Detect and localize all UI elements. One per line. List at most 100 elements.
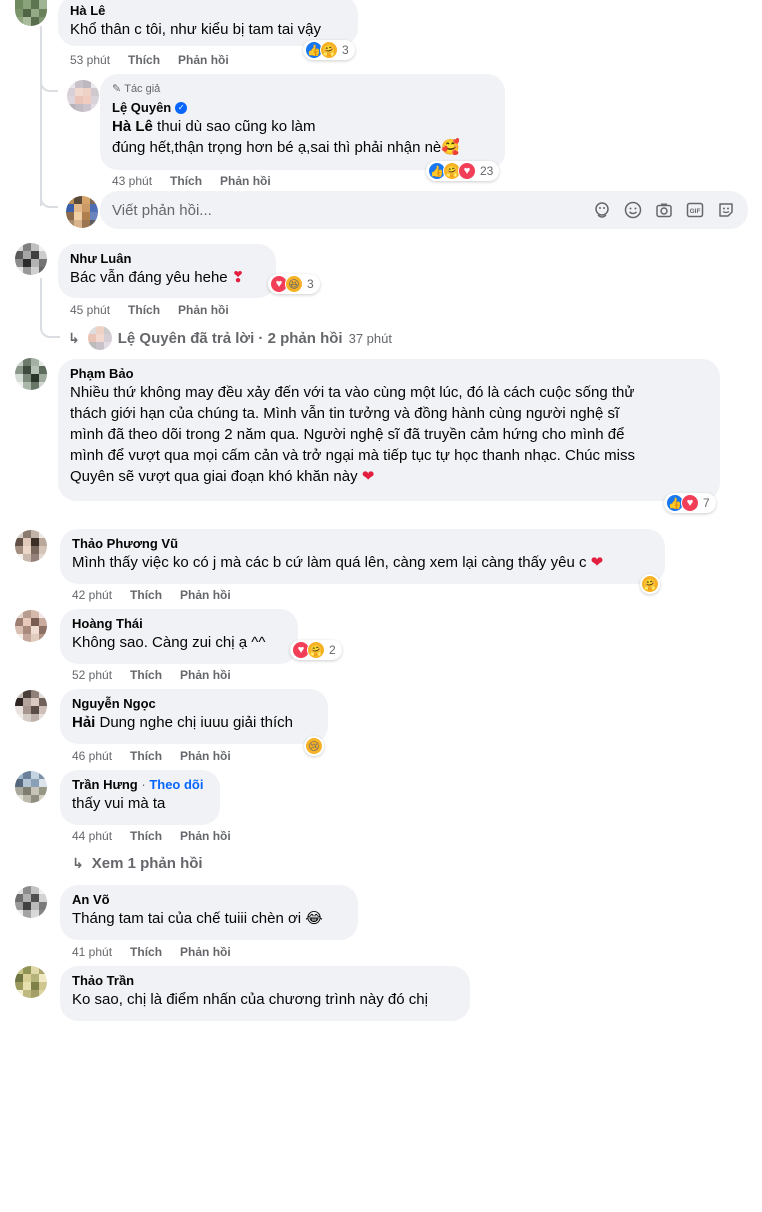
thread-line [40,278,42,328]
comment-bubble: Thảo Trần Ko sao, chị là điểm nhấn của c… [60,966,470,1021]
comment-text: Mình thấy việc ko có j mà các b cứ làm q… [72,554,604,571]
comment-time[interactable]: 52 phút [72,668,112,682]
emoji-icon[interactable] [623,200,643,220]
reply-button[interactable]: Phản hồi [180,945,231,959]
like-button[interactable]: Thích [128,303,160,317]
comment-time[interactable]: 43 phút [112,174,152,188]
like-button[interactable]: Thích [128,53,160,67]
comment-time[interactable]: 45 phút [70,303,110,317]
comment-meta: 41 phút Thích Phản hồi [72,944,249,960]
comment-author[interactable]: Hà Lê [70,2,346,19]
comment-text: thấy vui mà ta [72,795,166,812]
avatar[interactable] [15,0,47,26]
avatar[interactable] [15,243,47,275]
like-button[interactable]: Thích [170,174,202,188]
avatar[interactable] [15,358,47,390]
comment-meta: 46 phút Thích Phản hồi [72,748,249,764]
care-icon: 🤗 [641,575,659,593]
reply-button[interactable]: Phản hồi [180,829,231,843]
avatar[interactable] [15,610,47,642]
avatar[interactable] [15,530,47,562]
view-more-replies-link[interactable]: ↳ Xem 1 phản hồi [72,853,203,873]
love-icon: ♥ [458,162,476,180]
thread-connector [40,194,58,208]
comment-time[interactable]: 53 phút [70,53,110,67]
current-user-avatar[interactable] [66,196,98,228]
comment-text-line: Quyên sẽ vượt qua giai đoạn khó khăn này… [70,468,375,485]
reply-button[interactable]: Phản hồi [180,588,231,602]
comment-bubble: Phạm Bảo Nhiều thứ không may đều xảy đến… [58,359,720,501]
like-button[interactable]: Thích [130,945,162,959]
comment-author[interactable]: Như Luân [70,250,264,267]
comment-text-line: thách giới hạn của chúng ta. Mình vẫn ti… [70,405,620,422]
comment-bubble: Thảo Phương Vũ Mình thấy việc ko có j mà… [60,529,665,584]
replies-summary-text[interactable]: Lệ Quyên đã trả lời · 2 phản hồi [118,330,343,347]
thread-line [40,26,42,206]
comment-time[interactable]: 46 phút [72,749,112,763]
comment-meta: 42 phút Thích Phản hồi [72,587,249,603]
comment-meta: 43 phút Thích Phản hồi [112,173,289,189]
care-icon: 🤗 [320,41,338,59]
sticker-icon[interactable] [716,200,736,220]
like-button[interactable]: Thích [130,668,162,682]
comment-time[interactable]: 44 phút [72,829,112,843]
comment-text: Hà Lê thui dù sao cũng ko làm [112,118,316,135]
comment-author[interactable]: Lệ Quyên [112,99,171,116]
reply-button[interactable]: Phản hồi [178,53,229,67]
view-replies-link[interactable]: ↳ Lệ Quyên đã trả lời · 2 phản hồi 37 ph… [68,326,392,350]
comment-meta: 52 phút Thích Phản hồi [72,667,249,683]
avatar-sticker-icon[interactable] [592,200,612,220]
reaction-summary[interactable]: 👍 🤗 ♥ 23 [426,161,500,181]
care-icon: 🤗 [307,641,325,659]
comment-author[interactable]: Phạm Bảo [70,365,708,382]
comment-time[interactable]: 41 phút [72,945,112,959]
reply-button[interactable]: Phản hồi [220,174,271,188]
reaction-summary[interactable]: 👍 🤗 3 [303,40,355,60]
reaction-count: 23 [480,164,494,178]
reply-button[interactable]: Phản hồi [180,668,231,682]
comment-author[interactable]: Thảo Trần [72,972,458,989]
author-badge: ✎ Tác giả [112,83,161,95]
comment-text: Bác vẫn đáng yêu hehe ❣ [70,269,245,286]
reaction-count: 2 [329,643,336,657]
reply-placeholder: Viết phản hồi... [112,201,212,219]
camera-icon[interactable] [654,200,674,220]
comment-meta: 45 phút Thích Phản hồi [70,302,247,318]
reaction-summary[interactable]: 🤗 [640,574,660,594]
comment-author[interactable]: An Võ [72,891,346,908]
comment-time[interactable]: 42 phút [72,588,112,602]
comment-bubble: Trần Hưng · Theo dõi thấy vui mà ta [60,770,220,825]
comment-text: Ko sao, chị là điểm nhấn của chương trìn… [72,991,428,1008]
reaction-summary[interactable]: 👍 ♥ 7 [664,493,716,513]
reaction-summary[interactable]: ♥ 🤗 2 [290,640,342,660]
reply-input[interactable]: Viết phản hồi... GIF [100,191,748,229]
reaction-summary[interactable]: 😢 [304,736,324,756]
comment-author[interactable]: Thảo Phương Vũ [72,535,653,552]
avatar[interactable] [15,886,47,918]
like-button[interactable]: Thích [130,749,162,763]
reply-arrow-icon: ↳ [72,854,84,871]
reply-button[interactable]: Phản hồi [180,749,231,763]
comment-author[interactable]: Hoàng Thái [72,615,286,632]
comment-bubble: Như Luân Bác vẫn đáng yêu hehe ❣ [58,244,276,298]
follow-button[interactable]: Theo dõi [149,777,203,792]
reaction-summary[interactable]: ♥ 😆 3 [268,274,320,294]
reply-button[interactable]: Phản hồi [178,303,229,317]
comment-text-line: mình đã theo dõi trong 2 năm qua. Người … [70,426,625,443]
avatar[interactable] [67,80,99,112]
comment-bubble: Nguyễn Ngọc Hải Dung nghe chị iuuu giải … [60,689,328,744]
like-button[interactable]: Thích [130,829,162,843]
mention[interactable]: Hải [72,714,95,731]
svg-text:GIF: GIF [690,208,701,215]
comment-author[interactable]: Nguyễn Ngọc [72,695,316,712]
comment-text-line2: đúng hết,thận trọng hơn bé ạ,sai thì phả… [112,139,460,156]
mention[interactable]: Hà Lê [112,118,153,135]
replies-summary-time: 37 phút [348,330,392,346]
avatar[interactable] [15,771,47,803]
avatar[interactable] [15,966,47,998]
like-button[interactable]: Thích [130,588,162,602]
gif-icon[interactable]: GIF [685,200,705,220]
comment-bubble: An Võ Tháng tam tai của chế tuiii chèn ơ… [60,885,358,940]
comment-meta: 44 phút Thích Phản hồi [72,828,249,844]
avatar[interactable] [15,690,47,722]
